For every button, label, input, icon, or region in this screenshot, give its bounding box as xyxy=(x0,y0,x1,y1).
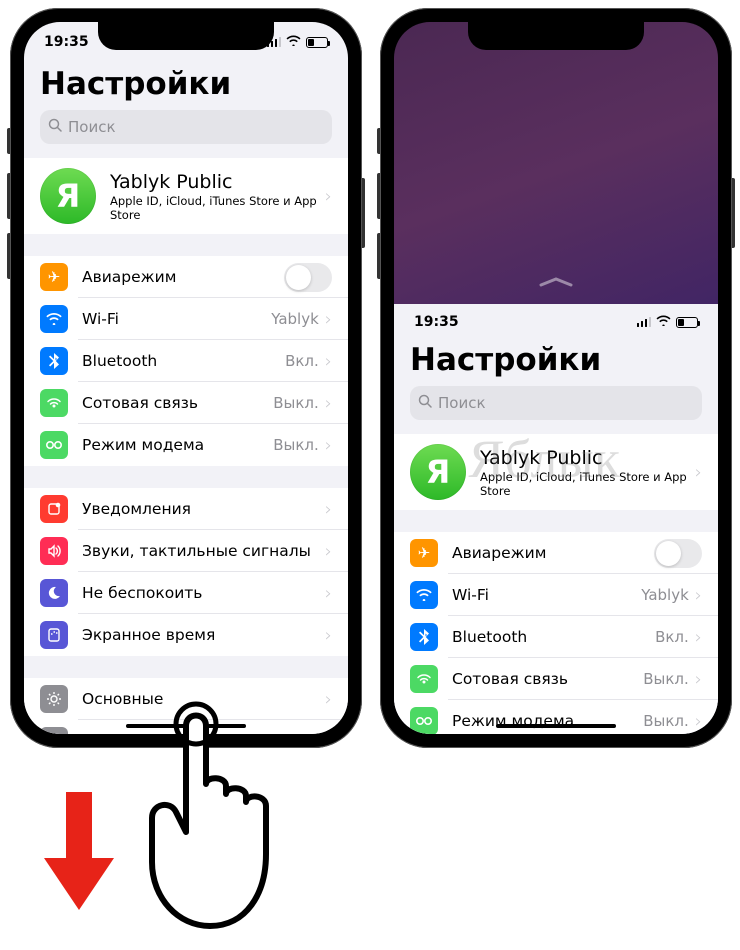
hotspot-cell[interactable]: Режим модема Выкл. › xyxy=(394,700,718,734)
notch xyxy=(468,22,644,50)
status-time: 19:35 xyxy=(414,314,459,330)
cellular-icon xyxy=(410,665,438,693)
apple-id-cell[interactable]: Я Yablyk Public Apple ID, iCloud, iTunes… xyxy=(24,158,348,234)
search-placeholder: Поиск xyxy=(438,394,486,412)
sounds-icon xyxy=(40,537,68,565)
search-input[interactable]: Поиск xyxy=(40,110,332,144)
chevron-right-icon: › xyxy=(325,541,332,562)
chevron-right-icon: › xyxy=(325,625,332,646)
hotspot-icon xyxy=(40,431,68,459)
cellular-cell[interactable]: Сотовая связь Выкл. › xyxy=(24,382,348,424)
notifications-cell[interactable]: Уведомления › xyxy=(24,488,348,530)
cellular-detail: Выкл. xyxy=(643,670,689,688)
chevron-right-icon: › xyxy=(325,351,332,372)
bluetooth-cell[interactable]: Bluetooth Вкл. › xyxy=(394,616,718,658)
airplane-mode-cell[interactable]: ✈ Авиарежим xyxy=(394,532,718,574)
apple-id-subtitle: Apple ID, iCloud, iTunes Store и App Sto… xyxy=(110,194,325,222)
page-title: Настройки xyxy=(24,62,348,110)
bluetooth-detail: Вкл. xyxy=(655,628,689,646)
chevron-right-icon: › xyxy=(695,627,702,648)
hotspot-icon xyxy=(410,707,438,734)
wifi-settings-icon xyxy=(40,305,68,333)
bluetooth-detail: Вкл. xyxy=(285,352,319,370)
search-icon xyxy=(48,118,62,136)
cellular-icon xyxy=(40,389,68,417)
wifi-icon xyxy=(656,315,671,329)
avatar: Я xyxy=(40,168,96,224)
bluetooth-icon xyxy=(40,347,68,375)
airplane-icon: ✈ xyxy=(410,539,438,567)
search-input[interactable]: Поиск xyxy=(410,386,702,420)
wifi-icon xyxy=(286,35,301,49)
chevron-right-icon: › xyxy=(325,583,332,604)
screen-left: 19:35 Настройки Поиск Я xyxy=(24,22,348,734)
status-time: 19:35 xyxy=(44,34,89,50)
bluetooth-icon xyxy=(410,623,438,651)
chevron-right-icon: › xyxy=(325,186,332,207)
wifi-cell[interactable]: Wi-Fi Yablyk › xyxy=(24,298,348,340)
wifi-cell[interactable]: Wi-Fi Yablyk › xyxy=(394,574,718,616)
search-placeholder: Поиск xyxy=(68,118,116,136)
phone-left: 19:35 Настройки Поиск Я xyxy=(10,8,362,748)
chevron-right-icon: › xyxy=(695,669,702,690)
page-title: Настройки xyxy=(394,338,718,386)
dnd-cell[interactable]: Не беспокоить › xyxy=(24,572,348,614)
cellular-detail: Выкл. xyxy=(273,394,319,412)
dnd-icon xyxy=(40,579,68,607)
cellular-signal-icon xyxy=(637,317,652,327)
screen-right: 19:35 Настройки xyxy=(394,22,718,734)
avatar: Я xyxy=(410,444,466,500)
apple-id-name: Yablyk Public xyxy=(110,171,325,193)
hotspot-detail: Выкл. xyxy=(643,712,689,730)
chevron-right-icon: › xyxy=(325,393,332,414)
chevron-right-icon: › xyxy=(695,585,702,606)
chevron-right-icon: › xyxy=(325,689,332,710)
phone-right: 19:35 Настройки xyxy=(380,8,732,748)
control-center-icon xyxy=(40,727,68,734)
chevron-right-icon: › xyxy=(325,309,332,330)
screentime-icon xyxy=(40,621,68,649)
reachability-chevron-icon[interactable] xyxy=(539,270,573,294)
chevron-right-icon: › xyxy=(695,462,702,483)
wifi-settings-icon xyxy=(410,581,438,609)
status-bar: 19:35 xyxy=(394,304,718,338)
wifi-detail: Yablyk xyxy=(641,586,689,604)
home-indicator[interactable] xyxy=(496,724,616,728)
apple-id-name: Yablyk Public xyxy=(480,447,695,469)
screentime-cell[interactable]: Экранное время › xyxy=(24,614,348,656)
search-icon xyxy=(418,394,432,412)
chevron-right-icon: › xyxy=(325,435,332,456)
airplane-mode-cell[interactable]: ✈ Авиарежим xyxy=(24,256,348,298)
gesture-arrow-down-icon xyxy=(44,792,114,912)
wifi-detail: Yablyk xyxy=(271,310,319,328)
general-cell[interactable]: Основные › xyxy=(24,678,348,720)
sounds-cell[interactable]: Звуки, тактильные сигналы › xyxy=(24,530,348,572)
notifications-icon xyxy=(40,495,68,523)
chevron-right-icon: › xyxy=(325,499,332,520)
hotspot-cell[interactable]: Режим модема Выкл. › xyxy=(24,424,348,466)
airplane-icon: ✈ xyxy=(40,263,68,291)
general-icon xyxy=(40,685,68,713)
apple-id-cell[interactable]: Я Yablyk Public Apple ID, iCloud, iTunes… xyxy=(394,434,718,510)
airplane-toggle[interactable] xyxy=(654,539,702,568)
apple-id-subtitle: Apple ID, iCloud, iTunes Store и App Sto… xyxy=(480,470,695,498)
airplane-toggle[interactable] xyxy=(284,263,332,292)
chevron-right-icon: › xyxy=(325,731,332,735)
home-indicator[interactable] xyxy=(126,724,246,728)
bluetooth-cell[interactable]: Bluetooth Вкл. › xyxy=(24,340,348,382)
hotspot-detail: Выкл. xyxy=(273,436,319,454)
notch xyxy=(98,22,274,50)
battery-icon xyxy=(676,317,698,328)
battery-icon xyxy=(306,37,328,48)
cellular-cell[interactable]: Сотовая связь Выкл. › xyxy=(394,658,718,700)
chevron-right-icon: › xyxy=(695,711,702,732)
